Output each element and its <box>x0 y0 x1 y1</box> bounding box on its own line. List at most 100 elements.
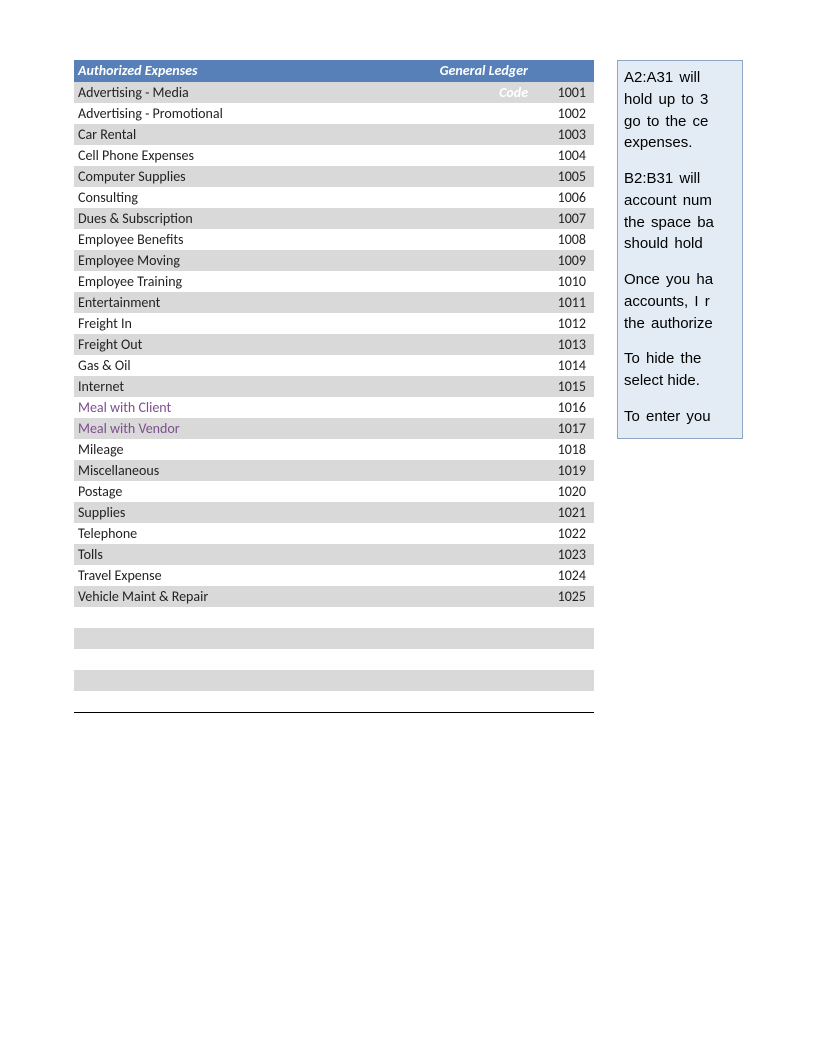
expense-code-cell: 1022 <box>418 523 594 544</box>
table-row <box>74 628 594 649</box>
table-row: Gas & Oil1014 <box>74 355 594 376</box>
table-row <box>74 691 594 712</box>
note-text: A2:A31 will <box>624 69 700 86</box>
table-row <box>74 670 594 691</box>
expense-name-cell: Supplies <box>74 502 418 523</box>
expense-name-cell: Mileage <box>74 439 418 460</box>
table-row: Tolls1023 <box>74 544 594 565</box>
note-text: Once you ha <box>624 271 713 288</box>
expense-code-cell: 1005 <box>418 166 594 187</box>
expense-code-cell: 1012 <box>418 313 594 334</box>
expense-code-cell: 1018 <box>418 439 594 460</box>
expense-name-cell: Advertising - Media <box>74 82 418 103</box>
expense-name-cell: Consulting <box>74 187 418 208</box>
expense-name-cell: Meal with Client <box>74 397 418 418</box>
table-row: Advertising - Promotional1002 <box>74 103 594 124</box>
note-text: To enter you <box>624 408 711 425</box>
note-text: account num <box>624 192 712 209</box>
note-text: select hide. <box>624 372 700 389</box>
note-text: expenses. <box>624 134 692 151</box>
note-text: B2:B31 will <box>624 170 700 187</box>
expense-code-cell: 1008 <box>418 229 594 250</box>
expense-name-cell: Tolls <box>74 544 418 565</box>
table-row <box>74 607 594 628</box>
expense-code-cell: 1006 <box>418 187 594 208</box>
expense-code-cell <box>418 628 594 649</box>
expense-table: Authorized Expenses General Ledger Code … <box>74 60 594 713</box>
table-row: Employee Moving1009 <box>74 250 594 271</box>
expense-code-cell: 1003 <box>418 124 594 145</box>
expense-name-cell: Entertainment <box>74 292 418 313</box>
table-row: Computer Supplies1005 <box>74 166 594 187</box>
table-row: Supplies1021 <box>74 502 594 523</box>
table-header-row: Authorized Expenses General Ledger Code <box>74 60 594 82</box>
note-text: should hold <box>624 235 703 252</box>
expense-code-cell: 1011 <box>418 292 594 313</box>
expense-code-cell: 1001 <box>418 82 594 103</box>
table-row: Car Rental1003 <box>74 124 594 145</box>
table-row: Cell Phone Expenses1004 <box>74 145 594 166</box>
expense-code-cell <box>418 649 594 670</box>
expense-code-cell: 1010 <box>418 271 594 292</box>
table-row: Telephone1022 <box>74 523 594 544</box>
expense-code-cell: 1019 <box>418 460 594 481</box>
expense-code-cell: 1017 <box>418 418 594 439</box>
expense-name-cell: Cell Phone Expenses <box>74 145 418 166</box>
expense-name-cell: Meal with Vendor <box>74 418 418 439</box>
expense-name-cell: Telephone <box>74 523 418 544</box>
expense-code-cell: 1007 <box>418 208 594 229</box>
expense-code-cell: 1021 <box>418 502 594 523</box>
expense-name-cell: Miscellaneous <box>74 460 418 481</box>
expense-name-cell <box>74 649 418 670</box>
instruction-note: A2:A31 will hold up to 3 go to the ce ex… <box>617 60 743 439</box>
expense-code-cell: 1023 <box>418 544 594 565</box>
table-row: Meal with Vendor1017 <box>74 418 594 439</box>
table-row: Meal with Client1016 <box>74 397 594 418</box>
expense-name-cell: Postage <box>74 481 418 502</box>
expense-name-cell <box>74 607 418 628</box>
table-row: Freight In1012 <box>74 313 594 334</box>
table-row: Employee Training1010 <box>74 271 594 292</box>
expense-name-cell: Travel Expense <box>74 565 418 586</box>
expense-code-cell: 1014 <box>418 355 594 376</box>
expense-name-cell: Freight In <box>74 313 418 334</box>
expense-name-cell <box>74 691 418 712</box>
expense-name-cell <box>74 670 418 691</box>
header-code: General Ledger Code <box>418 60 594 82</box>
expense-code-cell: 1002 <box>418 103 594 124</box>
expense-code-cell: 1013 <box>418 334 594 355</box>
note-text: accounts, I r <box>624 293 710 310</box>
expense-name-cell: Freight Out <box>74 334 418 355</box>
expense-code-cell <box>418 670 594 691</box>
table-row: Advertising - Media1001 <box>74 82 594 103</box>
expense-code-cell: 1016 <box>418 397 594 418</box>
note-text: hold up to 3 <box>624 91 708 108</box>
table-row: Consulting1006 <box>74 187 594 208</box>
expense-code-cell <box>418 691 594 712</box>
table-row: Employee Benefits1008 <box>74 229 594 250</box>
expense-name-cell: Employee Moving <box>74 250 418 271</box>
expense-name-cell: Employee Benefits <box>74 229 418 250</box>
expense-code-cell <box>418 607 594 628</box>
expense-name-cell: Computer Supplies <box>74 166 418 187</box>
table-bottom-border <box>74 712 594 713</box>
table-row: Miscellaneous1019 <box>74 460 594 481</box>
expense-name-cell: Gas & Oil <box>74 355 418 376</box>
table-row: Freight Out1013 <box>74 334 594 355</box>
table-row: Postage1020 <box>74 481 594 502</box>
expense-name-cell: Advertising - Promotional <box>74 103 418 124</box>
expense-name-cell: Vehicle Maint & Repair <box>74 586 418 607</box>
expense-name-cell <box>74 628 418 649</box>
table-row: Vehicle Maint & Repair1025 <box>74 586 594 607</box>
header-expenses: Authorized Expenses <box>74 60 418 82</box>
expense-code-cell: 1009 <box>418 250 594 271</box>
expense-code-cell: 1024 <box>418 565 594 586</box>
expense-code-cell: 1025 <box>418 586 594 607</box>
note-text: the space ba <box>624 214 714 231</box>
expense-name-cell: Employee Training <box>74 271 418 292</box>
table-row <box>74 649 594 670</box>
table-row: Dues & Subscription1007 <box>74 208 594 229</box>
table-row: Travel Expense1024 <box>74 565 594 586</box>
expense-name-cell: Car Rental <box>74 124 418 145</box>
table-row: Mileage1018 <box>74 439 594 460</box>
